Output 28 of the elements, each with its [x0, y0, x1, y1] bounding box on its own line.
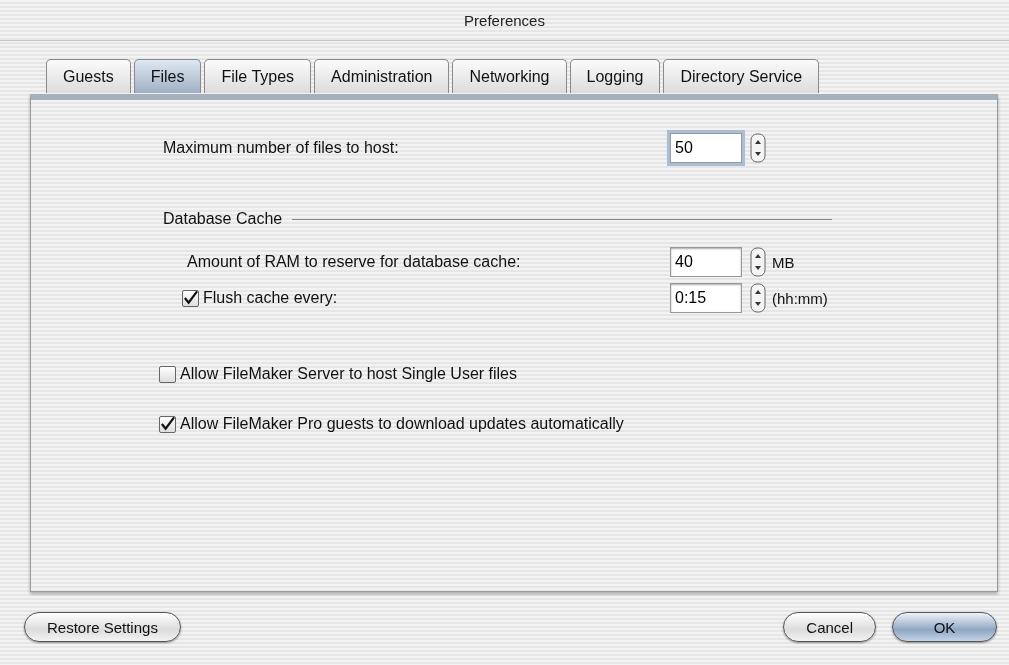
- tab[interactable]: Logging: [569, 59, 661, 93]
- default-button[interactable]: OK: [892, 612, 997, 642]
- stepper-icon[interactable]: [750, 133, 766, 163]
- checkbox[interactable]: [159, 415, 176, 433]
- tab[interactable]: Networking: [452, 59, 567, 93]
- checkbox-label[interactable]: Flush cache every:: [203, 289, 338, 307]
- unit-label: (hh:mm): [772, 289, 828, 307]
- checkbox-label[interactable]: Allow FileMaker Pro guests to download updates automatically: [180, 415, 624, 433]
- stepper-icon[interactable]: [750, 247, 766, 277]
- tab[interactable]: Files: [133, 59, 202, 93]
- tab[interactable]: Guests: [46, 59, 131, 93]
- field-label: Amount of RAM to reserve for database cache:: [187, 253, 522, 271]
- section-title: Database Cache: [163, 210, 283, 228]
- tab[interactable]: File Types: [204, 59, 312, 93]
- tab[interactable]: Directory Service: [663, 59, 820, 93]
- button[interactable]: Restore Settings: [24, 612, 181, 642]
- input-field[interactable]: 50: [670, 133, 742, 163]
- checkbox-label[interactable]: Allow FileMaker Server to host Single User files: [180, 365, 517, 383]
- input-field[interactable]: 40: [670, 247, 742, 277]
- input-field[interactable]: 0:15: [670, 283, 742, 313]
- unit-label: MB: [772, 253, 795, 271]
- button[interactable]: Cancel: [783, 612, 876, 642]
- field-label: Maximum number of files to host:: [163, 139, 400, 157]
- checkbox[interactable]: [159, 365, 176, 383]
- tab[interactable]: Administration: [314, 59, 450, 93]
- window-title: Preferences: [464, 11, 545, 29]
- checkbox[interactable]: [182, 289, 199, 307]
- stepper-icon[interactable]: [750, 283, 766, 313]
